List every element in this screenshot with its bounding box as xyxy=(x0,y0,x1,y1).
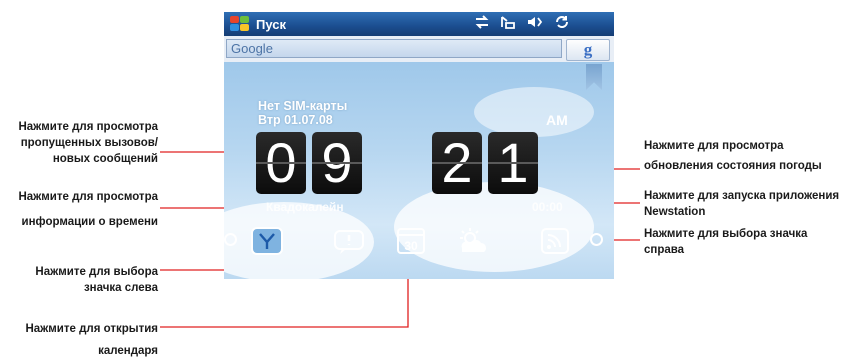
tab-icon-bar: 30 xyxy=(224,224,614,260)
ampm-label: AM xyxy=(546,112,568,128)
date-label: Втр 01.07.08 xyxy=(258,113,333,127)
connectivity-icon[interactable] xyxy=(474,14,490,30)
hour-ones-digit[interactable]: 9 xyxy=(312,132,362,194)
weather-tab-icon[interactable] xyxy=(456,226,490,256)
rss-tab-icon[interactable] xyxy=(538,226,572,256)
callout-missed-calls: Нажмите для просмотра пропущенных вызово… xyxy=(18,121,158,165)
minute-ones-digit[interactable]: 1 xyxy=(488,132,538,194)
callout-select-right: Нажмите для выбора значка справа xyxy=(644,228,808,256)
home-screen: Нет SIM-карты Втр 01.07.08 AM 0 9 2 1 Кв… xyxy=(224,62,614,279)
temperature-label: 00:00 xyxy=(532,200,563,214)
cloud-decoration xyxy=(474,87,594,137)
title-bar: Пуск xyxy=(224,12,614,36)
start-label: Пуск xyxy=(256,16,286,32)
callout-time-info: Нажмите для просмотра информации о време… xyxy=(18,191,158,228)
right-arrow-icon[interactable] xyxy=(590,233,603,246)
messages-tab-icon[interactable] xyxy=(332,226,366,256)
callout-weather: Нажмите для просмотра обновления состоян… xyxy=(644,140,822,172)
callout-newstation: Нажмите для запуска приложения Newstatio… xyxy=(644,190,840,218)
leader-select-left xyxy=(160,245,231,271)
minute-tens-digit[interactable]: 2 xyxy=(432,132,482,194)
system-tray xyxy=(474,14,570,30)
phone-screen: Пуск Google g Нет SIM-карты Втр 01.07.08… xyxy=(224,12,614,279)
calendar-tab-icon[interactable]: 30 xyxy=(394,226,428,256)
left-arrow-icon[interactable] xyxy=(224,233,237,246)
location-label: Квадокалейн xyxy=(266,200,344,214)
svg-text:30: 30 xyxy=(404,239,418,253)
volume-icon[interactable] xyxy=(526,14,544,30)
search-input[interactable]: Google xyxy=(226,39,562,58)
windows-logo-icon xyxy=(230,16,250,32)
bookmark-flag-icon xyxy=(586,64,602,90)
start-button[interactable]: Пуск xyxy=(230,14,286,34)
google-search-button[interactable]: g xyxy=(566,39,610,61)
hour-tens-digit[interactable]: 0 xyxy=(256,132,306,194)
status-text: Нет SIM-карты Втр 01.07.08 xyxy=(258,99,347,127)
callout-select-left: Нажмите для выбора значка слева xyxy=(35,266,158,294)
clock-tab-icon[interactable] xyxy=(250,226,284,256)
signal-icon[interactable] xyxy=(500,14,516,30)
callout-calendar: Нажмите для открытия календаря xyxy=(25,323,158,357)
sync-icon[interactable] xyxy=(554,14,570,30)
sim-status: Нет SIM-карты xyxy=(258,99,348,113)
search-bar: Google g xyxy=(224,36,614,63)
